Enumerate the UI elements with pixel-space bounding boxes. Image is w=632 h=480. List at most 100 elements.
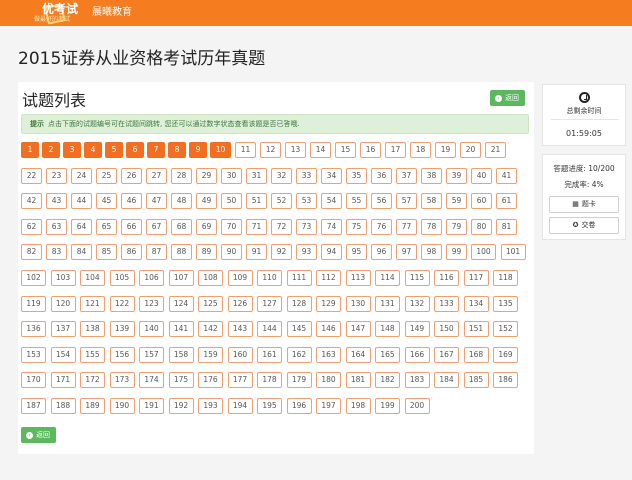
question-number-button[interactable]: 142 — [198, 321, 223, 337]
question-number-button[interactable]: 174 — [139, 372, 164, 388]
question-number-button[interactable]: 146 — [316, 321, 341, 337]
question-number-button[interactable]: 99 — [446, 244, 467, 260]
question-number-button[interactable]: 192 — [168, 398, 194, 414]
question-number-button[interactable]: 78 — [421, 219, 442, 235]
question-number-button[interactable]: 134 — [463, 296, 489, 312]
question-number-button[interactable]: 135 — [493, 296, 518, 312]
question-number-button[interactable]: 62 — [21, 219, 42, 235]
question-number-button[interactable]: 114 — [375, 270, 400, 286]
question-number-button[interactable]: 58 — [421, 193, 442, 209]
question-number-button[interactable]: 107 — [168, 270, 194, 286]
question-number-button[interactable]: 122 — [109, 296, 135, 312]
question-number-button[interactable]: 3 — [63, 142, 81, 158]
question-number-button[interactable]: 200 — [404, 398, 430, 414]
question-number-button[interactable]: 36 — [371, 168, 392, 184]
question-number-button[interactable]: 63 — [46, 219, 67, 235]
question-number-button[interactable]: 117 — [463, 270, 489, 286]
logo[interactable]: 优考试 做最好的考试 — [34, 2, 84, 25]
question-number-button[interactable]: 59 — [446, 193, 467, 209]
question-number-button[interactable]: 75 — [346, 219, 367, 235]
question-number-button[interactable]: 196 — [286, 398, 312, 414]
question-number-button[interactable]: 152 — [493, 321, 518, 337]
question-number-button[interactable]: 74 — [321, 219, 342, 235]
question-number-button[interactable]: 67 — [146, 219, 167, 235]
question-number-button[interactable]: 124 — [168, 296, 194, 312]
question-number-button[interactable]: 176 — [198, 372, 223, 388]
question-number-button[interactable]: 76 — [371, 219, 392, 235]
question-number-button[interactable]: 86 — [121, 244, 142, 260]
question-number-button[interactable]: 84 — [71, 244, 92, 260]
question-number-button[interactable]: 96 — [371, 244, 392, 260]
question-number-button[interactable]: 168 — [463, 347, 489, 363]
question-number-button[interactable]: 115 — [404, 270, 430, 286]
question-number-button[interactable]: 45 — [96, 193, 117, 209]
question-number-button[interactable]: 47 — [146, 193, 167, 209]
question-number-button[interactable]: 158 — [168, 347, 194, 363]
question-number-button[interactable]: 167 — [434, 347, 459, 363]
question-number-button[interactable]: 41 — [496, 168, 517, 184]
question-number-button[interactable]: 112 — [316, 270, 341, 286]
question-number-button[interactable]: 79 — [446, 219, 467, 235]
question-number-button[interactable]: 70 — [221, 219, 242, 235]
question-number-button[interactable]: 12 — [260, 142, 281, 158]
question-number-button[interactable]: 189 — [80, 398, 105, 414]
question-number-button[interactable]: 140 — [139, 321, 164, 337]
question-number-button[interactable]: 82 — [21, 244, 42, 260]
question-number-button[interactable]: 33 — [296, 168, 317, 184]
question-number-button[interactable]: 128 — [286, 296, 312, 312]
question-number-button[interactable]: 127 — [257, 296, 282, 312]
question-number-button[interactable]: 175 — [168, 372, 194, 388]
question-number-button[interactable]: 98 — [421, 244, 442, 260]
question-number-button[interactable]: 188 — [50, 398, 76, 414]
question-number-button[interactable]: 186 — [493, 372, 518, 388]
question-number-button[interactable]: 92 — [271, 244, 292, 260]
question-number-button[interactable]: 123 — [139, 296, 164, 312]
question-number-button[interactable]: 151 — [463, 321, 489, 337]
question-number-button[interactable]: 39 — [446, 168, 467, 184]
question-number-button[interactable]: 125 — [198, 296, 223, 312]
question-number-button[interactable]: 24 — [71, 168, 92, 184]
question-number-button[interactable]: 154 — [50, 347, 76, 363]
question-number-button[interactable]: 150 — [434, 321, 459, 337]
question-number-button[interactable]: 169 — [493, 347, 518, 363]
question-number-button[interactable]: 27 — [146, 168, 167, 184]
question-number-button[interactable]: 93 — [296, 244, 317, 260]
question-number-button[interactable]: 15 — [335, 142, 356, 158]
question-number-button[interactable]: 30 — [221, 168, 242, 184]
question-number-button[interactable]: 80 — [471, 219, 492, 235]
question-number-button[interactable]: 144 — [257, 321, 282, 337]
question-number-button[interactable]: 16 — [360, 142, 381, 158]
question-number-button[interactable]: 73 — [296, 219, 317, 235]
question-number-button[interactable]: 120 — [50, 296, 76, 312]
question-number-button[interactable]: 97 — [396, 244, 417, 260]
question-number-button[interactable]: 136 — [21, 321, 46, 337]
question-number-button[interactable]: 187 — [21, 398, 46, 414]
question-number-button[interactable]: 166 — [404, 347, 430, 363]
question-number-button[interactable]: 145 — [286, 321, 312, 337]
question-number-button[interactable]: 126 — [227, 296, 253, 312]
question-number-button[interactable]: 105 — [109, 270, 135, 286]
question-number-button[interactable]: 179 — [286, 372, 312, 388]
question-number-button[interactable]: 48 — [171, 193, 192, 209]
question-number-button[interactable]: 8 — [168, 142, 186, 158]
question-number-button[interactable]: 149 — [404, 321, 430, 337]
question-number-button[interactable]: 162 — [286, 347, 312, 363]
question-number-button[interactable]: 10 — [210, 142, 231, 158]
question-number-button[interactable]: 26 — [121, 168, 142, 184]
question-number-button[interactable]: 61 — [496, 193, 517, 209]
question-number-button[interactable]: 100 — [471, 244, 496, 260]
question-number-button[interactable]: 177 — [227, 372, 253, 388]
question-number-button[interactable]: 155 — [80, 347, 105, 363]
question-number-button[interactable]: 180 — [316, 372, 341, 388]
question-number-button[interactable]: 191 — [139, 398, 164, 414]
question-number-button[interactable]: 43 — [46, 193, 67, 209]
question-number-button[interactable]: 197 — [316, 398, 341, 414]
question-number-button[interactable]: 60 — [471, 193, 492, 209]
question-number-button[interactable]: 49 — [196, 193, 217, 209]
question-number-button[interactable]: 38 — [421, 168, 442, 184]
question-number-button[interactable]: 172 — [80, 372, 105, 388]
question-number-button[interactable]: 185 — [463, 372, 489, 388]
question-number-button[interactable]: 5 — [105, 142, 123, 158]
question-number-button[interactable]: 103 — [50, 270, 76, 286]
answer-card-button[interactable]: ▦ 题卡 — [549, 196, 619, 213]
